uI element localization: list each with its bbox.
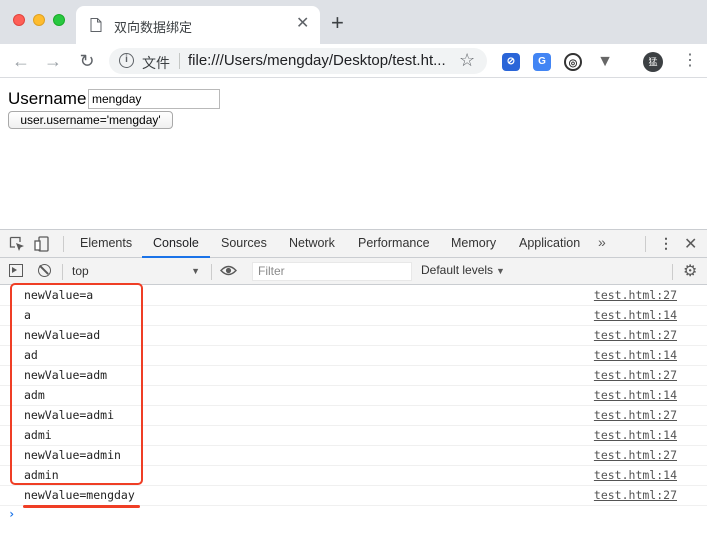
bookmark-star-icon[interactable]: ☆ [459,50,475,71]
log-row: admin test.html:14 [0,466,707,486]
browser-toolbar: ← → ↻ i 文件 file:///Users/mengday/Desktop… [0,44,707,78]
log-source-link[interactable]: test.html:14 [594,306,677,325]
log-levels-label: Default levels [421,263,494,277]
filter-divider [62,264,63,280]
console-filter-input[interactable]: Filter [252,262,412,281]
log-source-link[interactable]: test.html:27 [594,406,677,425]
log-source-link[interactable]: test.html:14 [594,466,677,485]
log-message: newValue=admi [24,408,115,422]
address-bar[interactable]: i 文件 file:///Users/mengday/Desktop/test.… [109,48,487,74]
url-text[interactable]: file:///Users/mengday/Desktop/test.ht... [188,52,446,69]
vue-devtools-icon[interactable]: ▼ [596,53,614,71]
devtools-menu-icon[interactable]: ⋮ [659,235,673,252]
log-source-link[interactable]: test.html:27 [594,366,677,385]
inspect-element-icon[interactable] [9,236,25,252]
log-message: adm [24,388,45,402]
reload-icon[interactable]: ↻ [76,50,98,72]
window-close-button[interactable] [13,14,25,26]
profile-avatar[interactable]: 猛 [643,52,663,72]
log-source-link[interactable]: test.html:27 [594,286,677,305]
browser-menu-icon[interactable]: ⋮ [682,50,698,72]
log-row: newValue=admi test.html:27 [0,406,707,426]
extension-3-icon[interactable]: ◎ [564,53,582,71]
devtools-divider [63,236,64,252]
clear-console-icon[interactable] [38,264,51,277]
site-info-label[interactable]: 文件 [142,53,170,73]
log-row: a test.html:14 [0,306,707,326]
devtools-panel: Elements Console Sources Network Perform… [0,229,707,553]
context-select[interactable]: top ▼ [68,262,206,281]
log-source-link[interactable]: test.html:27 [594,486,677,505]
tab-network[interactable]: Network [289,230,335,258]
log-row: ad test.html:14 [0,346,707,366]
browser-tab[interactable]: 双向数据绑定 ✕ [76,6,320,44]
tab-application[interactable]: Application [519,230,580,258]
devtools-tab-bar: Elements Console Sources Network Perform… [0,230,707,258]
log-message: admi [24,428,52,442]
filter-divider [211,264,212,280]
new-tab-button[interactable]: + [331,12,344,34]
console-prompt-icon[interactable]: › [8,507,15,521]
filter-divider [672,264,673,280]
log-row: adm test.html:14 [0,386,707,406]
log-message: newValue=ad [24,328,101,342]
extension-1-icon[interactable]: ⊘ [502,53,520,71]
forward-arrow-icon[interactable]: → [42,50,64,72]
tab-performance[interactable]: Performance [358,230,430,258]
tab-sources[interactable]: Sources [221,230,267,258]
translate-extension-icon[interactable]: G [533,53,551,71]
log-row: admi test.html:14 [0,426,707,446]
log-row: newValue=adm test.html:27 [0,366,707,386]
tab-elements[interactable]: Elements [80,230,132,258]
device-toolbar-icon[interactable] [34,236,50,252]
log-levels-dropdown[interactable]: Default levels ▼ [421,263,505,277]
log-row: newValue=a test.html:27 [0,286,707,306]
log-message: newValue=adm [24,368,108,382]
log-source-link[interactable]: test.html:14 [594,386,677,405]
eye-icon[interactable] [220,264,237,277]
log-source-link[interactable]: test.html:27 [594,446,677,465]
more-tabs-icon[interactable]: » [598,234,606,250]
console-filter-bar: top ▼ Filter Default levels ▼ ⚙ [0,258,707,285]
window-maximize-button[interactable] [53,14,65,26]
tab-title: 双向数据绑定 [114,20,193,35]
log-message: admin [24,468,59,482]
tab-memory[interactable]: Memory [451,230,496,258]
context-value: top [72,264,89,278]
devtools-close-icon[interactable]: ✕ [684,234,697,254]
log-row: newValue=admin test.html:27 [0,446,707,466]
log-message: newValue=mengday [24,488,135,502]
log-message: a [24,308,31,322]
log-source-link[interactable]: test.html:14 [594,426,677,445]
username-label: Username [8,89,87,108]
username-input[interactable]: mengday [88,89,220,109]
omnibox-divider [179,53,180,69]
set-username-button[interactable]: user.username='mengday' [8,111,173,129]
chevron-down-icon: ▼ [496,266,505,276]
gear-icon[interactable]: ⚙ [683,261,697,281]
info-icon[interactable]: i [119,53,134,68]
log-source-link[interactable]: test.html:27 [594,326,677,345]
log-message: ad [24,348,38,362]
tab-console[interactable]: Console [142,230,210,258]
back-arrow-icon[interactable]: ← [10,50,32,72]
log-source-link[interactable]: test.html:14 [594,346,677,365]
title-bar: 双向数据绑定 ✕ + [0,0,707,44]
document-icon [90,18,102,32]
page-content: Username mengday user.username='mengday' [0,79,707,229]
tab-close-icon[interactable]: ✕ [296,16,309,32]
log-message: newValue=admin [24,448,121,462]
show-sidebar-icon[interactable] [9,264,23,277]
console-log: newValue=a test.html:27 a test.html:14 n… [0,286,707,554]
devtools-divider [645,236,646,252]
window-minimize-button[interactable] [33,14,45,26]
log-row: newValue=mengday test.html:27 [0,486,707,506]
log-message: newValue=a [24,288,94,302]
chevron-down-icon: ▼ [191,266,200,276]
log-row: newValue=ad test.html:27 [0,326,707,346]
